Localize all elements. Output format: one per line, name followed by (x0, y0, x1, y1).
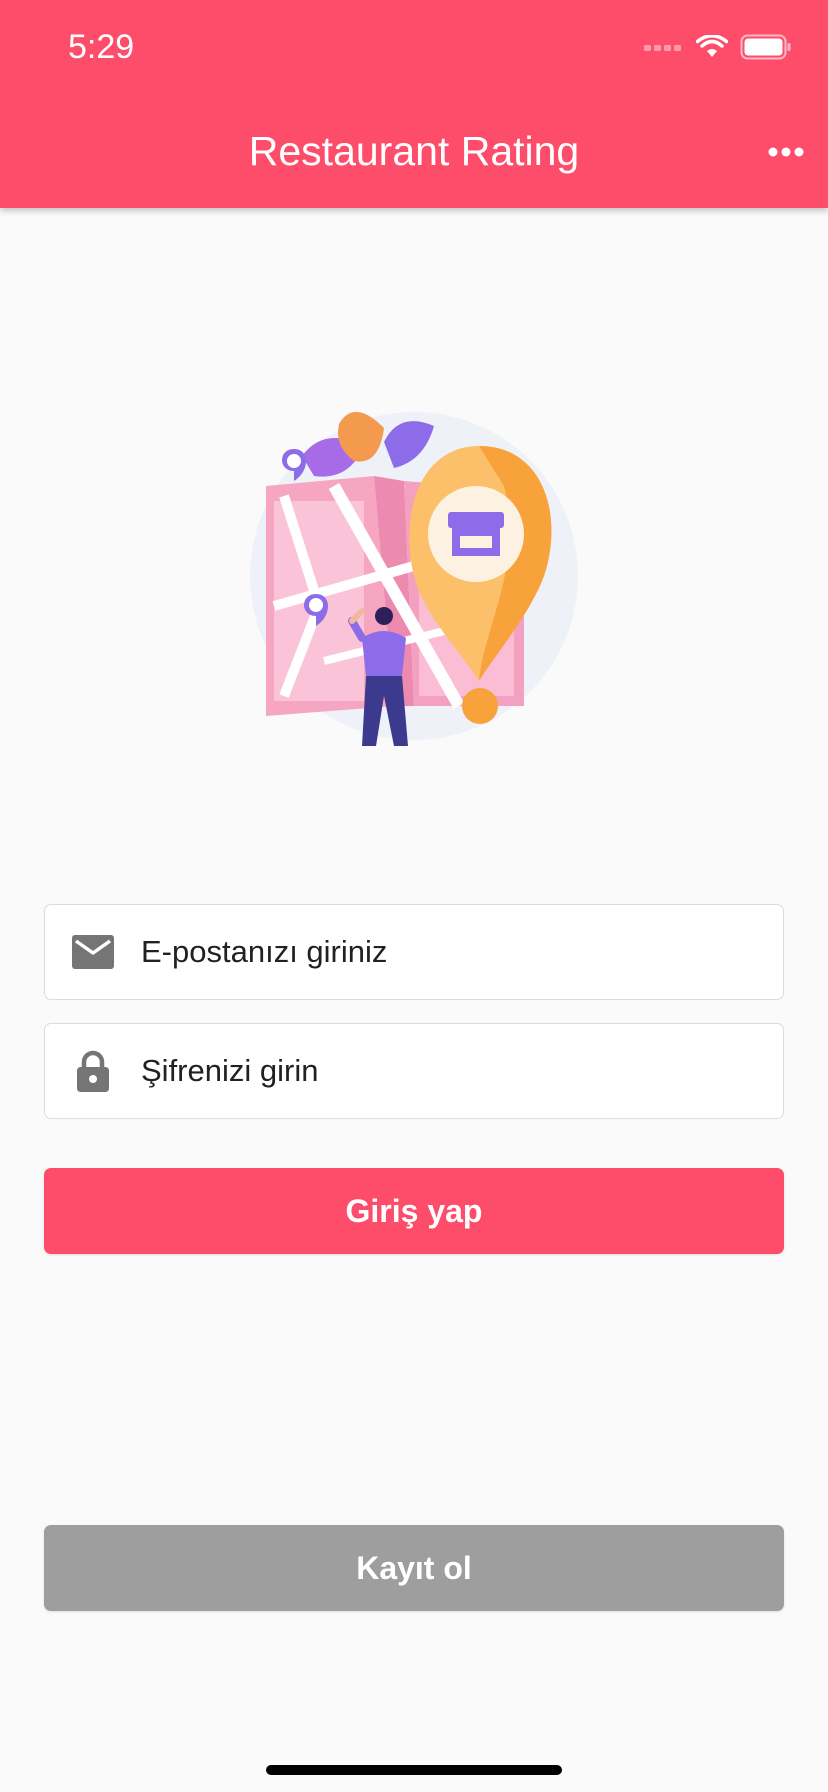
home-indicator[interactable] (266, 1765, 562, 1775)
register-button[interactable]: Kayıt ol (44, 1525, 784, 1611)
wifi-icon (696, 35, 728, 57)
password-field[interactable] (44, 1023, 784, 1119)
more-horiz-icon (768, 147, 804, 157)
email-input[interactable] (141, 905, 783, 999)
more-options-button[interactable] (760, 132, 812, 172)
page-title: Restaurant Rating (248, 128, 580, 174)
app-bar: 5:29 Restaurant Rating (0, 0, 828, 208)
status-time: 5:29 (68, 28, 135, 66)
password-input[interactable] (141, 1024, 783, 1118)
restaurant-map-illustration (244, 406, 584, 758)
email-icon (69, 928, 117, 976)
signal-icon (644, 45, 681, 51)
lock-icon (69, 1047, 117, 1095)
login-button[interactable]: Giriş yap (44, 1168, 784, 1254)
email-field[interactable] (44, 904, 784, 1000)
battery-icon (740, 34, 791, 60)
status-icons (644, 34, 792, 60)
